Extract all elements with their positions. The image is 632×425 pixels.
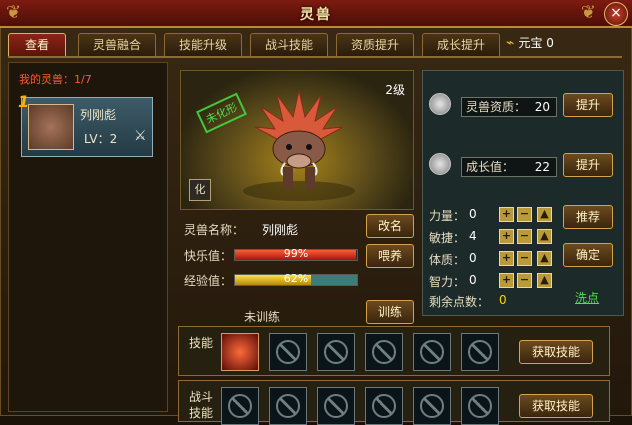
train-button[interactable]: 训练	[366, 300, 414, 324]
beast-item-name: 列刚彪	[80, 108, 117, 122]
beast-thumbnail	[28, 104, 74, 150]
beast-list-panel: 我的灵兽：1/7 1 列刚彪 LV：2 ⚔	[8, 62, 168, 412]
attr-agility-value: 4	[469, 229, 477, 243]
tab-battle-skill[interactable]: 战斗技能	[250, 33, 328, 56]
tab-skill-upgrade[interactable]: 技能升级	[164, 33, 242, 56]
attr-strength-label: 力量：	[429, 209, 466, 223]
gold-label: 元宝	[518, 36, 543, 50]
aptitude-field: 灵兽资质： 20	[461, 97, 557, 117]
gold-value: 0	[546, 36, 554, 50]
skill-slot-empty[interactable]	[269, 333, 307, 371]
tab-view[interactable]: 查看	[8, 33, 66, 56]
happiness-bar: 99%	[234, 247, 358, 261]
growth-field: 成长值： 22	[461, 157, 557, 177]
growth-value: 22	[534, 160, 550, 174]
attr-intelligence-label: 智力：	[429, 275, 466, 289]
beast-figure	[243, 90, 355, 201]
agility-minus-button[interactable]: −	[517, 229, 532, 244]
battle-skill-slot-empty[interactable]	[269, 387, 307, 425]
happiness-label: 快乐值：	[184, 249, 233, 263]
skill-slot-empty[interactable]	[365, 333, 403, 371]
tab-fusion[interactable]: 灵兽融合	[78, 33, 156, 56]
beast-list-item[interactable]: 1 列刚彪 LV：2 ⚔	[18, 92, 153, 157]
exp-bar: 62%	[234, 272, 358, 286]
tab-divider	[8, 56, 622, 58]
constitution-up-button[interactable]: ▲	[537, 251, 552, 266]
reset-points-link[interactable]: 洗点	[575, 289, 599, 306]
training-status: 未训练	[244, 310, 281, 324]
beast-name-value: 列刚彪	[262, 223, 299, 237]
beast-name-label: 灵兽名称：	[184, 223, 245, 237]
battle-skill-slot-empty[interactable]	[413, 387, 451, 425]
strength-minus-button[interactable]: −	[517, 207, 532, 222]
transform-button[interactable]: 化	[189, 179, 211, 201]
aptitude-value: 20	[534, 100, 550, 114]
battle-skill-slot-empty[interactable]	[461, 387, 499, 425]
skill-row: 技能 获取技能	[178, 326, 610, 376]
title-bar: ❦ 灵兽 ❦ ×	[0, 0, 632, 28]
tab-growth[interactable]: 成长提升	[422, 33, 500, 56]
beast-portrait: 2级 未化形 化	[180, 70, 414, 210]
gold-display: ⌁ 元宝 0	[506, 34, 554, 51]
aptitude-upgrade-button[interactable]: 提升	[563, 93, 613, 117]
agility-up-button[interactable]: ▲	[537, 229, 552, 244]
close-icon[interactable]: ×	[604, 2, 628, 26]
growth-upgrade-button[interactable]: 提升	[563, 153, 613, 177]
constitution-plus-button[interactable]: +	[499, 251, 514, 266]
remaining-points-value: 0	[499, 293, 507, 307]
attr-constitution-label: 体质：	[429, 253, 466, 267]
beast-item-level: LV：2	[84, 132, 118, 146]
gold-ingot-icon: ⌁	[506, 35, 515, 51]
get-battle-skill-button[interactable]: 获取技能	[519, 394, 593, 418]
exp-percent: 62%	[283, 272, 309, 285]
crossed-swords-icon[interactable]: ⚔	[134, 128, 147, 144]
agility-plus-button[interactable]: +	[499, 229, 514, 244]
skill-slot-empty[interactable]	[317, 333, 355, 371]
battle-skill-slot-empty[interactable]	[365, 387, 403, 425]
attr-agility-label: 敏捷：	[429, 231, 466, 245]
window-title: 灵兽	[300, 7, 332, 23]
confirm-button[interactable]: 确定	[563, 243, 613, 267]
constitution-minus-button[interactable]: −	[517, 251, 532, 266]
skill-slot-empty[interactable]	[461, 333, 499, 371]
skill-slot-empty[interactable]	[413, 333, 451, 371]
intelligence-plus-button[interactable]: +	[499, 273, 514, 288]
skill-slot[interactable]	[221, 333, 259, 371]
growth-label: 成长值：	[466, 160, 515, 174]
aptitude-label: 灵兽资质：	[466, 100, 527, 114]
battle-skill-row-label: 战斗技能	[189, 390, 214, 420]
stats-panel: 灵兽资质： 20 提升 成长值： 22 提升 力量： 0 + − ▲ 敏捷： 4…	[422, 70, 624, 316]
beast-level-label: 2级	[385, 83, 405, 97]
remaining-points-label: 剩余点数：	[429, 295, 490, 309]
attr-constitution-value: 0	[469, 251, 477, 265]
exp-label: 经验值：	[184, 274, 233, 288]
skill-row-label: 技能	[189, 336, 214, 350]
battle-skill-slot-empty[interactable]	[317, 387, 355, 425]
strength-plus-button[interactable]: +	[499, 207, 514, 222]
aptitude-medal-icon	[429, 93, 451, 115]
tab-aptitude[interactable]: 资质提升	[336, 33, 414, 56]
attr-strength-value: 0	[469, 207, 477, 221]
get-skill-button[interactable]: 获取技能	[519, 340, 593, 364]
attr-intelligence-value: 0	[469, 273, 477, 287]
beast-list-title: 我的灵兽：1/7	[19, 73, 92, 86]
growth-medal-icon	[429, 153, 451, 175]
title-ornament-right-icon: ❦	[580, 2, 596, 23]
rename-button[interactable]: 改名	[366, 214, 414, 238]
recommend-button[interactable]: 推荐	[563, 205, 613, 229]
happiness-percent: 99%	[283, 247, 309, 260]
strength-up-button[interactable]: ▲	[537, 207, 552, 222]
battle-skill-slot-empty[interactable]	[221, 387, 259, 425]
intelligence-minus-button[interactable]: −	[517, 273, 532, 288]
feed-button[interactable]: 喂养	[366, 244, 414, 268]
intelligence-up-button[interactable]: ▲	[537, 273, 552, 288]
